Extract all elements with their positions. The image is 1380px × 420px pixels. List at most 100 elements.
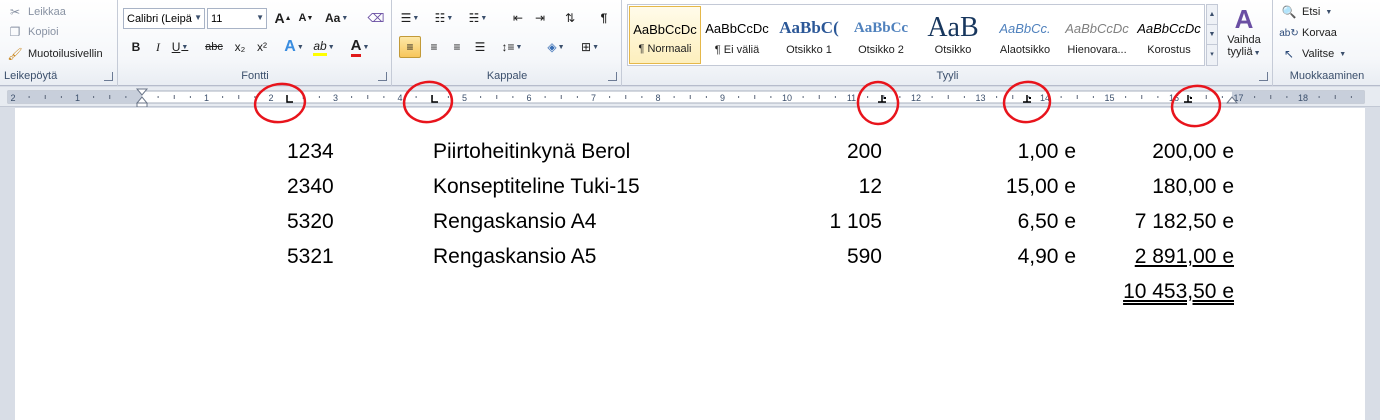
style-gallery[interactable]: AaBbCcDc ¶ Normaali AaBbCcDc ¶ Ei väliä AaBb…: [627, 4, 1205, 66]
cut-label: Leikkaa: [28, 6, 66, 18]
clear-formatting-button[interactable]: ⌫: [365, 7, 387, 29]
grand-total-row: 10 453,50 e: [15, 277, 1365, 307]
paragraph-launcher-icon[interactable]: [608, 72, 617, 81]
font-name-combo[interactable]: Calibri (Leipä ▼: [123, 8, 205, 29]
style-tile[interactable]: AaB Otsikko: [917, 6, 989, 64]
style-tile[interactable]: AaBbCc Otsikko 2: [845, 6, 917, 64]
increase-indent-icon: ⇥: [534, 11, 546, 25]
replace-button[interactable]: ab↻ Korvaa: [1279, 24, 1337, 42]
borders-button[interactable]: ⊞ ▼: [579, 36, 601, 58]
copy-button[interactable]: ❐ Kopioi: [6, 23, 59, 41]
find-button[interactable]: 🔍 Etsi ▼: [1280, 3, 1333, 21]
text-effects-button[interactable]: A ▼: [283, 36, 305, 58]
cell-code: 5321: [287, 245, 334, 268]
align-right-button[interactable]: ≡: [446, 36, 468, 58]
italic-icon: I: [156, 39, 160, 54]
left-indent-marker[interactable]: [136, 102, 148, 107]
show-marks-button[interactable]: ¶: [593, 7, 615, 29]
format-painter-button[interactable]: 🖌 Muotoilusivellin: [6, 45, 102, 63]
increase-indent-button[interactable]: ⇥: [529, 7, 551, 29]
subscript-button[interactable]: x₂: [229, 36, 251, 58]
style-preview: AaBbCcDc: [705, 20, 769, 36]
cut-button[interactable]: ✂ Leikkaa: [6, 3, 66, 21]
cell-name: Piirtoheitinkynä Berol: [433, 140, 631, 163]
change-styles-label-1: Vaihda: [1227, 34, 1261, 46]
table-row: 1234 Piirtoheitinkynä Berol 200 1,00 e 200,0…: [15, 137, 1365, 167]
cell-code: 5320: [287, 210, 334, 233]
style-tile[interactable]: AaBbCcDc ¶ Ei väliä: [701, 6, 773, 64]
style-gallery-scroll[interactable]: ▲ ▼ ▾: [1206, 4, 1218, 66]
style-name: Korostus: [1147, 44, 1191, 56]
strikethrough-icon: abc: [205, 41, 223, 53]
chevron-down-icon: ▼: [557, 43, 565, 51]
style-name: Otsikko 2: [858, 44, 904, 56]
decrease-indent-button[interactable]: ⇤: [507, 7, 529, 29]
gallery-more-icon[interactable]: ▾: [1207, 45, 1217, 65]
horizontal-ruler[interactable]: 2 1 1 2 3 4 5 6 7 8 9 10 11 12 13 14 15 16 17 18: [0, 87, 1380, 107]
style-preview: AaBbCc.: [999, 20, 1051, 36]
clipboard-launcher-icon[interactable]: [104, 72, 113, 81]
style-name: ¶ Ei väliä: [714, 44, 760, 56]
font-size-value: 11: [211, 12, 223, 25]
change-styles-label-2: tyyliä: [1227, 46, 1253, 58]
select-label: Valitse: [1302, 48, 1335, 60]
gallery-down-icon[interactable]: ▼: [1207, 25, 1217, 45]
strikethrough-button[interactable]: abc: [203, 36, 225, 58]
select-button[interactable]: ↖ Valitse ▼: [1280, 45, 1346, 63]
styles-launcher-icon[interactable]: [1259, 72, 1268, 81]
cell-price: 6,50 e: [1017, 210, 1076, 233]
grand-total: 10 453,50 e: [1123, 280, 1234, 303]
align-left-button[interactable]: ≡: [399, 36, 421, 58]
italic-button[interactable]: I: [147, 36, 169, 58]
font-size-combo[interactable]: 11 ▼: [207, 8, 267, 29]
align-left-icon: ≡: [406, 40, 414, 54]
gallery-up-icon[interactable]: ▲: [1207, 5, 1217, 25]
style-preview: AaBbCcDc: [1065, 20, 1129, 36]
align-center-button[interactable]: ≡: [423, 36, 445, 58]
style-preview: AaBbCcDc: [633, 21, 697, 37]
multilevel-list-button[interactable]: ☵ ▼: [467, 7, 489, 29]
change-styles-icon: A: [1234, 4, 1254, 34]
table-row: 5320 Rengaskansio A4 1 105 6,50 e 7 182,50 e: [15, 207, 1365, 237]
superscript-button[interactable]: x²: [251, 36, 273, 58]
change-styles-button[interactable]: A Vaihda tyyliä▼: [1222, 4, 1266, 66]
style-preview: AaBbCcDc: [1137, 20, 1201, 36]
shrink-font-button[interactable]: A ▼: [295, 7, 317, 29]
ruler-label: 2: [268, 93, 273, 103]
underline-button[interactable]: U ▼: [169, 36, 191, 58]
style-tile[interactable]: AaBbCcDc Hienovara...: [1061, 6, 1133, 64]
ruler-scale: 2 1 1 2 3 4 5 6 7 8 9 10 11 12 13 14 15 16 17 18: [7, 88, 1365, 107]
style-tile[interactable]: AaBbCcDc ¶ Normaali: [629, 6, 701, 64]
replace-icon: ab↻: [1279, 27, 1299, 39]
bold-button[interactable]: B: [125, 36, 147, 58]
change-case-button[interactable]: Aa ▼: [325, 7, 348, 29]
eraser-icon: ⌫: [367, 11, 385, 25]
style-tile[interactable]: AaBbCc. Alaotsikko: [989, 6, 1061, 64]
justify-button[interactable]: ☰: [469, 36, 491, 58]
ruler-label: 3: [333, 93, 338, 103]
style-tile[interactable]: AaBbCcDc Korostus: [1133, 6, 1205, 64]
cell-price: 15,00 e: [1005, 175, 1076, 198]
sort-button[interactable]: ⇅: [559, 7, 581, 29]
line-spacing-button[interactable]: ↕≡ ▼: [501, 36, 523, 58]
cell-qty: 1 105: [829, 210, 882, 233]
highlighter-icon: ab: [313, 39, 327, 56]
style-preview: AaBbC(: [779, 18, 839, 37]
document-page[interactable]: 1234 Piirtoheitinkynä Berol 200 1,00 e 200,0…: [15, 108, 1365, 420]
highlight-button[interactable]: ab ▼: [313, 36, 335, 58]
cell-name: Konseptiteline Tuki-15: [433, 175, 640, 198]
shading-button[interactable]: ◈ ▼: [545, 36, 567, 58]
font-launcher-icon[interactable]: [378, 72, 387, 81]
chevron-down-icon: ▼: [412, 14, 420, 22]
style-name: ¶ Normaali: [638, 43, 692, 55]
font-color-button[interactable]: A ▼: [349, 36, 371, 58]
grow-font-button[interactable]: A ▲: [272, 7, 294, 29]
cell-code: 2340: [287, 175, 334, 198]
numbering-button[interactable]: ☷ ▼: [433, 7, 455, 29]
cell-price: 4,90 e: [1017, 245, 1076, 268]
ruler-label: 4: [397, 93, 402, 103]
chevron-down-icon: ▼: [341, 14, 349, 22]
style-tile[interactable]: AaBbC(Otsikko 1: [773, 6, 845, 64]
bullets-button[interactable]: ☰ ▼: [399, 7, 421, 29]
sort-icon: ⇅: [564, 11, 576, 25]
